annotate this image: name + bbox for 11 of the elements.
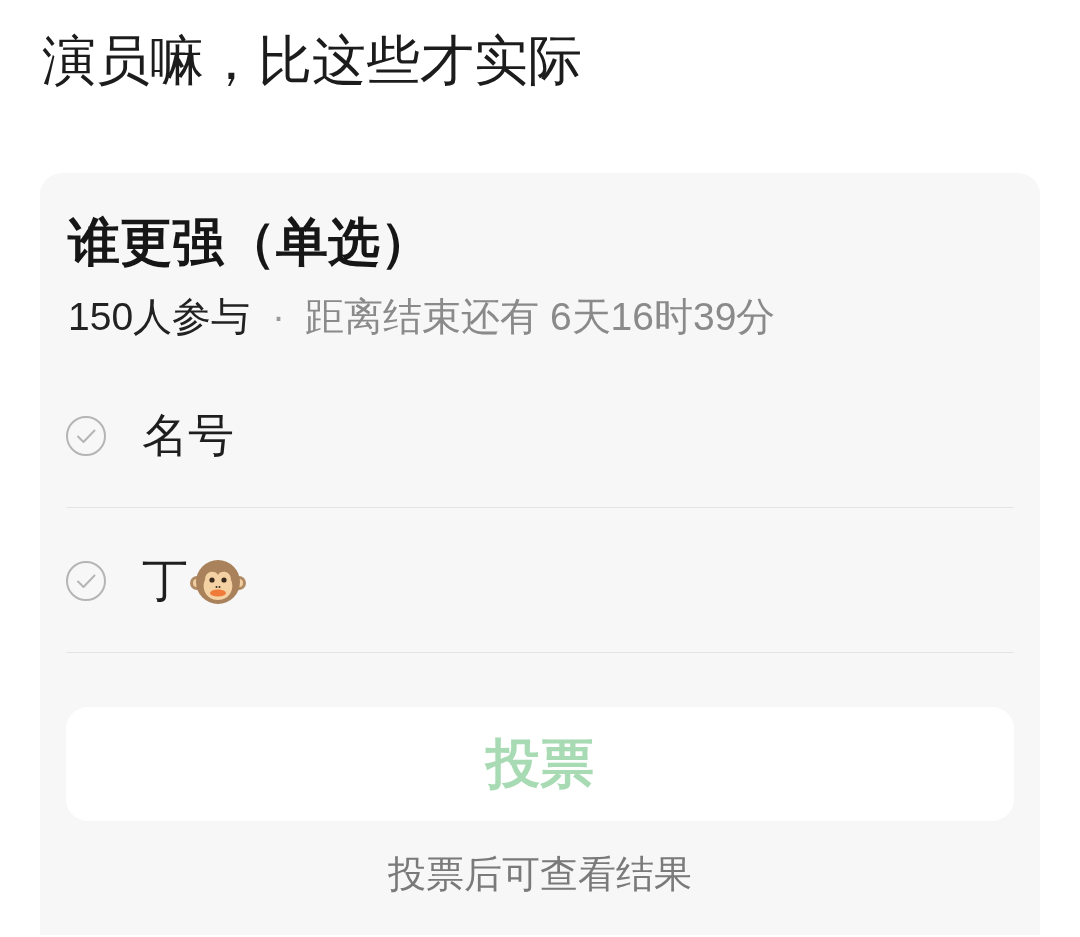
monkey-face-icon — [190, 558, 246, 607]
post-text: 演员嘛，比这些才实际 — [41, 29, 583, 92]
check-circle-icon[interactable] — [66, 416, 106, 457]
option-label[interactable]: 丁 — [142, 552, 188, 609]
option-label[interactable]: 名号 — [142, 407, 234, 464]
check-circle-icon[interactable] — [66, 561, 106, 602]
participant-count: 150人参与 — [68, 293, 251, 340]
result-hint: 投票后可查看结果 — [388, 852, 692, 898]
separator-dot: · — [272, 293, 286, 340]
poll-title: 谁更强（单选） — [66, 212, 432, 274]
time-remaining: 距离结束还有 6天16时39分 — [305, 293, 776, 340]
